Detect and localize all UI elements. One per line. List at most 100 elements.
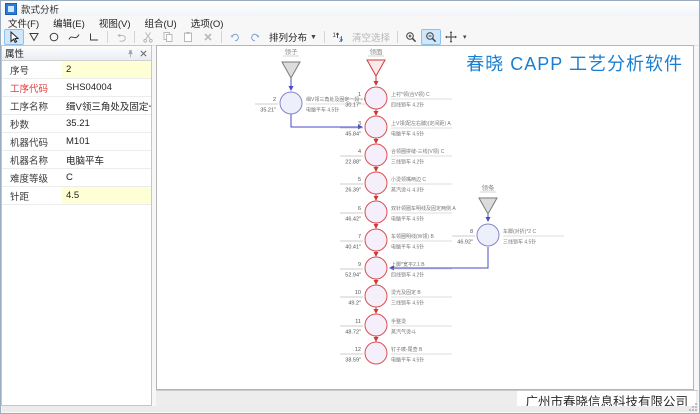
node-machine: 三线锁车 4.5针: [503, 239, 536, 246]
node-machine: 电脑平车 4.5针: [391, 357, 424, 364]
properties-panel-title: 属性: [5, 46, 24, 60]
node-seconds: 35.21": [260, 108, 276, 114]
property-label: 机器代码: [2, 135, 62, 149]
renumber-button[interactable]: 12: [328, 29, 348, 45]
toolbar-overflow-button[interactable]: ▾: [463, 33, 467, 41]
menu-item-group[interactable]: 组合(U): [137, 16, 183, 30]
process-node-9[interactable]: [365, 257, 387, 279]
process-node-2[interactable]: [280, 92, 302, 114]
node-number: 1: [358, 92, 361, 98]
delete-button[interactable]: [198, 29, 218, 45]
process-node-7[interactable]: [365, 229, 387, 251]
part-triangle-group: 领子: [282, 47, 300, 78]
node-number: 11: [355, 319, 361, 325]
close-icon[interactable]: [139, 49, 148, 58]
pointer-tool-button[interactable]: [4, 29, 24, 45]
process-node-3[interactable]: [365, 116, 387, 138]
property-value[interactable]: SHS04004: [62, 79, 151, 96]
node-machine: 蒸汽气烫斗: [391, 329, 416, 336]
pin-icon[interactable]: [126, 49, 135, 58]
arrange-distribute-button[interactable]: 排列分布 ▼: [265, 30, 321, 44]
arrange-distribute-label: 排列分布: [269, 30, 307, 44]
diagram-canvas[interactable]: 领子领面领条235.21"缉V领三角处及固定一段 - C电脑平车 4.5针130…: [156, 45, 694, 390]
node-machine: 四线锁车 4.2针: [391, 272, 424, 279]
process-node-6[interactable]: [365, 201, 387, 223]
toolbar-separator: [221, 31, 222, 43]
process-node-10[interactable]: [365, 285, 387, 307]
window-title: 款式分析: [21, 2, 59, 16]
triangle-tool-button[interactable]: [24, 29, 44, 45]
clear-selection-button[interactable]: 清空选择: [348, 30, 394, 44]
process-node-1[interactable]: [365, 87, 387, 109]
node-number: 4: [358, 149, 361, 155]
node-number: 12: [355, 347, 361, 353]
property-label: 机器名称: [2, 153, 62, 167]
property-label: 秒数: [2, 117, 62, 131]
property-value[interactable]: 35.21: [62, 115, 151, 132]
node-machine: 电脑平车 4.5针: [391, 131, 424, 138]
rotate-right-button[interactable]: [245, 29, 265, 45]
toolbar-separator: [134, 31, 135, 43]
process-node-5[interactable]: [365, 172, 387, 194]
process-node-12[interactable]: [365, 342, 387, 364]
property-value[interactable]: C: [62, 169, 151, 186]
menu-item-edit[interactable]: 编辑(E): [46, 16, 92, 30]
property-value[interactable]: 2: [62, 61, 151, 78]
property-value[interactable]: 缉V领三角处及固定一段: [62, 97, 151, 114]
paste-icon: [182, 31, 194, 43]
polyline-tool-button[interactable]: [84, 29, 104, 45]
menu-item-view[interactable]: 视图(V): [92, 16, 138, 30]
toolbar-separator: [324, 31, 325, 43]
node-operation: 车脚(对折)*2 C: [503, 228, 536, 235]
part-triangle-group: 领面: [367, 47, 385, 76]
property-row: 序号2: [2, 61, 151, 79]
part-triangle[interactable]: [367, 60, 385, 76]
menu-item-file[interactable]: 文件(F): [1, 16, 46, 30]
flow-link: [291, 114, 362, 127]
part-label: 领子: [285, 47, 299, 56]
part-triangle[interactable]: [282, 62, 300, 78]
process-flow-diagram: 领子领面领条235.21"缉V领三角处及固定一段 - C电脑平车 4.5针130…: [157, 46, 693, 389]
cut-button[interactable]: [138, 29, 158, 45]
renumber-icon: 12: [332, 31, 344, 43]
process-node-8[interactable]: [477, 224, 499, 246]
undo-icon: [115, 31, 127, 43]
process-node-11[interactable]: [365, 314, 387, 336]
curve-tool-icon: [68, 31, 80, 43]
undo-button[interactable]: [111, 29, 131, 45]
node-seconds: 52.94": [345, 273, 361, 279]
part-label: 领条: [482, 183, 496, 192]
node-seconds: 49.2": [348, 301, 361, 307]
paste-button[interactable]: [178, 29, 198, 45]
node-seconds: 38.59": [345, 358, 361, 364]
part-triangle[interactable]: [479, 198, 497, 214]
zoom-out-button[interactable]: [421, 29, 441, 45]
cut-icon: [142, 31, 154, 43]
app-window: 款式分析 文件(F)编辑(E)视图(V)组合(U)选项(O): [0, 0, 700, 414]
toolbar: 排列分布 ▼ 12 清空选择 ▾: [1, 29, 699, 46]
process-node-group: 646.42"双针领圈车明线及固定两侧 A电脑平车 4.5针: [340, 201, 456, 223]
node-number: 6: [358, 206, 361, 212]
node-number: 5: [358, 177, 361, 183]
property-label: 序号: [2, 63, 62, 77]
properties-panel: 属性 序号2工序代码SHS04004工序名称缉V领三角处及固定一段秒数35.21…: [1, 45, 152, 406]
rotate-right-icon: [249, 31, 261, 43]
app-icon: [5, 3, 17, 15]
delete-icon: [202, 31, 214, 43]
menu-item-options[interactable]: 选项(O): [184, 16, 231, 30]
zoom-in-button[interactable]: [401, 29, 421, 45]
property-value[interactable]: M101: [62, 133, 151, 150]
pointer-icon: [8, 31, 20, 43]
property-value[interactable]: 4.5: [62, 187, 151, 204]
rotate-left-button[interactable]: [225, 29, 245, 45]
property-row: 秒数35.21: [2, 115, 151, 133]
resize-grip[interactable]: [688, 402, 698, 412]
pan-icon: [445, 31, 457, 43]
node-machine: 电脑平车 4.5针: [391, 244, 424, 251]
process-node-4[interactable]: [365, 144, 387, 166]
pan-button[interactable]: [441, 29, 461, 45]
copy-button[interactable]: [158, 29, 178, 45]
curve-tool-button[interactable]: [64, 29, 84, 45]
property-value[interactable]: 电脑平车: [62, 151, 151, 168]
circle-tool-button[interactable]: [44, 29, 64, 45]
